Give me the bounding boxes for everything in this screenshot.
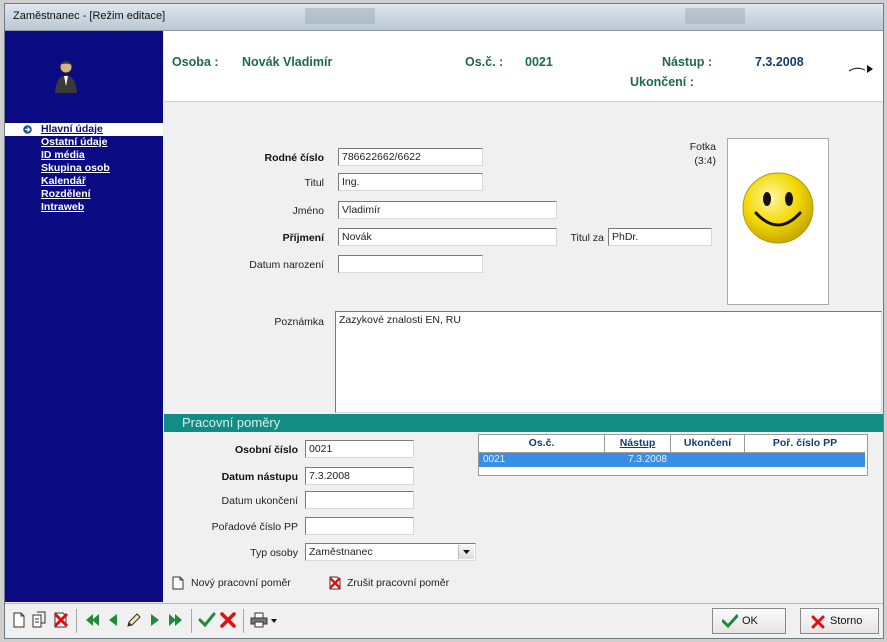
pracovni-pomery-table: Os.č. Nástup Ukončení Poř. číslo PP 0021… bbox=[478, 434, 868, 476]
datum-nastupu-label: Datum nástupu bbox=[221, 471, 298, 483]
sidebar-item-label: Intraweb bbox=[41, 201, 85, 213]
datum-ukonceni-label: Datum ukončení bbox=[221, 495, 298, 507]
expand-arrow-icon[interactable] bbox=[847, 63, 875, 75]
window-title: Zaměstnanec - [Režim editace] bbox=[13, 10, 166, 22]
smiley-face-icon bbox=[742, 172, 814, 244]
column-header-ukonceni[interactable]: Ukončení bbox=[671, 435, 745, 453]
person-icon bbox=[55, 60, 77, 93]
rodne-cislo-input[interactable]: 786622662/6622 bbox=[338, 148, 483, 166]
cell-nastup: 7.3.2008 bbox=[628, 454, 667, 465]
typ-osoby-select[interactable]: Zaměstnanec bbox=[305, 543, 476, 561]
sidebar-item-rozdeleni[interactable]: Rozdělení bbox=[5, 188, 163, 201]
delete-record-icon[interactable] bbox=[52, 611, 70, 629]
datum-narozeni-input[interactable] bbox=[338, 255, 483, 273]
copy-document-icon[interactable] bbox=[31, 611, 49, 629]
title-bar-decoration bbox=[685, 8, 745, 24]
sidebar-item-id-media[interactable]: ID média bbox=[5, 149, 163, 162]
pencil-edit-icon[interactable] bbox=[125, 611, 143, 629]
titul-za-label: Titul za bbox=[570, 232, 604, 244]
osoba-label: Osoba : bbox=[172, 55, 219, 69]
cancel-x-icon bbox=[811, 615, 825, 629]
main-panel: Osoba : Novák Vladimír Os.č. : 0021 Nást… bbox=[164, 31, 883, 602]
poradove-cislo-label: Pořadové číslo PP bbox=[211, 521, 298, 533]
sidebar-item-label: Ostatní údaje bbox=[41, 136, 108, 148]
poznamka-textarea[interactable]: Zazykové znalosti EN, RU bbox=[335, 311, 882, 413]
fotka-label: Fotka bbox=[689, 141, 716, 153]
title-bar-decoration bbox=[305, 8, 375, 24]
osobni-cislo-input[interactable]: 0021 bbox=[305, 440, 414, 458]
section-title: Pracovní poměry bbox=[182, 415, 281, 430]
ok-label: OK bbox=[742, 615, 758, 627]
delete-document-icon bbox=[329, 576, 341, 590]
storno-button[interactable]: Storno bbox=[800, 608, 879, 634]
new-document-icon[interactable] bbox=[10, 611, 28, 629]
chevron-down-icon[interactable] bbox=[458, 545, 474, 559]
photo-frame[interactable] bbox=[727, 138, 829, 305]
first-record-icon[interactable] bbox=[83, 611, 101, 629]
datum-ukonceni-input[interactable] bbox=[305, 491, 414, 509]
poznamka-label: Poznámka bbox=[274, 316, 324, 328]
check-icon[interactable] bbox=[198, 611, 216, 629]
sidebar: Hlavní údaje Ostatní údaje ID média Skup… bbox=[5, 31, 163, 602]
printer-icon[interactable] bbox=[250, 611, 268, 629]
osobni-cislo-label: Osobní číslo bbox=[234, 444, 298, 456]
new-document-icon bbox=[172, 576, 184, 590]
sidebar-item-label: ID média bbox=[41, 149, 85, 161]
titul-label: Titul bbox=[304, 177, 324, 189]
sidebar-item-skupina-osob[interactable]: Skupina osob bbox=[5, 162, 163, 175]
ukonceni-label: Ukončení : bbox=[630, 75, 694, 89]
typ-osoby-label: Typ osoby bbox=[250, 547, 298, 559]
datum-narozeni-label: Datum narození bbox=[249, 259, 324, 271]
titul-za-input[interactable]: PhDr. bbox=[608, 228, 712, 246]
toolbar-separator bbox=[191, 609, 192, 633]
typ-osoby-value: Zaměstnanec bbox=[309, 546, 373, 558]
sidebar-item-label: Rozdělení bbox=[41, 188, 91, 200]
sidebar-item-label: Skupina osob bbox=[41, 162, 110, 174]
nastup-label: Nástup : bbox=[662, 55, 712, 69]
sidebar-item-intraweb[interactable]: Intraweb bbox=[5, 201, 163, 214]
previous-record-icon[interactable] bbox=[104, 611, 122, 629]
section-header-pracovni-pomery: Pracovní poměry bbox=[164, 414, 883, 432]
arrow-right-icon bbox=[23, 125, 32, 134]
sidebar-item-ostatni-udaje[interactable]: Ostatní údaje bbox=[5, 136, 163, 149]
ok-button[interactable]: OK bbox=[712, 608, 786, 634]
check-icon bbox=[722, 614, 738, 628]
toolbar-separator bbox=[243, 609, 244, 633]
bottom-toolbar: OK Storno bbox=[5, 603, 883, 638]
chevron-down-icon[interactable] bbox=[270, 617, 278, 625]
last-record-icon[interactable] bbox=[167, 611, 185, 629]
table-row[interactable]: 0021 7.3.2008 bbox=[479, 453, 865, 467]
column-header-poradove-cislo[interactable]: Poř. číslo PP bbox=[745, 435, 865, 453]
poradove-cislo-input[interactable] bbox=[305, 517, 414, 535]
column-header-nastup[interactable]: Nástup bbox=[605, 435, 671, 453]
toolbar-separator bbox=[76, 609, 77, 633]
zrusit-label: Zrušit pracovní poměr bbox=[347, 577, 450, 589]
column-header-osc[interactable]: Os.č. bbox=[479, 435, 605, 453]
osc-label: Os.č. : bbox=[465, 55, 504, 69]
sidebar-item-label: Kalendář bbox=[41, 175, 86, 187]
jmeno-input[interactable]: Vladimír bbox=[338, 201, 557, 219]
employee-window: Zaměstnanec - [Režim editace] Hlavní úda… bbox=[4, 3, 884, 639]
titul-input[interactable]: Ing. bbox=[338, 173, 483, 191]
rodne-cislo-label: Rodné číslo bbox=[264, 152, 324, 164]
fotka-ratio: (3:4) bbox=[694, 155, 716, 167]
nastup-value: 7.3.2008 bbox=[755, 55, 804, 69]
osoba-value: Novák Vladimír bbox=[242, 55, 333, 69]
sidebar-item-kalendar[interactable]: Kalendář bbox=[5, 175, 163, 188]
prijmeni-input[interactable]: Novák bbox=[338, 228, 557, 246]
employee-header: Osoba : Novák Vladimír Os.č. : 0021 Nást… bbox=[164, 31, 883, 102]
cancel-x-icon[interactable] bbox=[219, 611, 237, 629]
sidebar-item-hlavni-udaje[interactable]: Hlavní údaje bbox=[5, 123, 163, 136]
title-bar: Zaměstnanec - [Režim editace] bbox=[5, 4, 883, 31]
next-record-icon[interactable] bbox=[146, 611, 164, 629]
jmeno-label: Jméno bbox=[292, 205, 324, 217]
osc-value: 0021 bbox=[525, 55, 553, 69]
datum-nastupu-input[interactable]: 7.3.2008 bbox=[305, 467, 414, 485]
prijmeni-label: Příjmení bbox=[282, 232, 324, 244]
cell-osc: 0021 bbox=[483, 454, 506, 465]
novy-label: Nový pracovní poměr bbox=[191, 577, 291, 589]
storno-label: Storno bbox=[830, 615, 863, 627]
sidebar-item-label: Hlavní údaje bbox=[41, 123, 103, 135]
